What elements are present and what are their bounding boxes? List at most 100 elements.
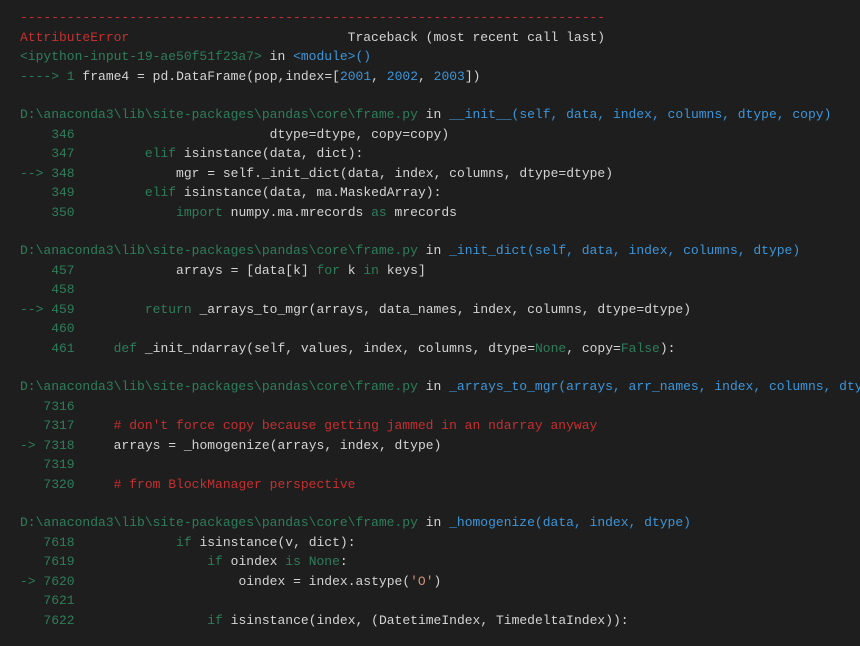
l7320: 7320 # from BlockManager perspective	[20, 475, 840, 495]
l7621: 7621	[20, 591, 840, 611]
t: ,	[348, 341, 364, 356]
t: k	[293, 263, 301, 278]
t: 2003	[434, 69, 465, 84]
lineno: 7619	[20, 554, 82, 569]
t: ,	[504, 166, 520, 181]
t: columns	[449, 166, 504, 181]
t: elif	[82, 146, 176, 161]
t: columns	[418, 341, 473, 356]
t: None	[309, 554, 340, 569]
t: isinstance	[176, 146, 262, 161]
t: dtype	[566, 166, 605, 181]
t: _init_ndarray	[145, 341, 246, 356]
t: 2001	[340, 69, 371, 84]
t: )	[441, 127, 449, 142]
t: ,	[457, 302, 473, 317]
t: (	[262, 185, 270, 200]
t: is	[285, 554, 308, 569]
t: arrays	[82, 438, 168, 453]
l458: 458	[20, 280, 840, 300]
lineno: --> 459	[20, 302, 82, 317]
t: self	[254, 341, 285, 356]
t: )	[605, 166, 613, 181]
frame1-header: D:\anaconda3\lib\site-packages\pandas\co…	[20, 105, 840, 125]
t: (	[371, 613, 379, 628]
comment: # don't force copy because getting jamme…	[82, 418, 597, 433]
t: arrays	[278, 438, 325, 453]
t: frame4	[82, 69, 137, 84]
t: (	[340, 166, 348, 181]
t: if	[82, 613, 222, 628]
t: import	[82, 205, 222, 220]
t: DatetimeIndex	[379, 613, 480, 628]
lineno: 349	[20, 185, 82, 200]
lineno: 7319	[20, 457, 82, 472]
t: in	[418, 107, 449, 122]
t: numpy	[223, 205, 270, 220]
t: k	[348, 263, 364, 278]
t: (	[246, 69, 254, 84]
t: index	[340, 438, 379, 453]
t: in	[418, 243, 449, 258]
t: keys	[387, 263, 418, 278]
t: =	[293, 574, 301, 589]
t: isinstance	[192, 535, 278, 550]
lineno: 7618	[20, 535, 82, 550]
t: )	[434, 574, 442, 589]
comment: # from BlockManager perspective	[82, 477, 355, 492]
blank-line	[20, 222, 840, 241]
t: as	[371, 205, 387, 220]
t: DataFrame	[176, 69, 246, 84]
module-tag: <module>	[293, 49, 355, 64]
lineno: -> 7318	[20, 438, 82, 453]
t: index	[473, 302, 512, 317]
t: False	[621, 341, 660, 356]
l346: 346 dtype=dtype, copy=copy)	[20, 125, 840, 145]
t: ):	[426, 185, 442, 200]
sig: (data, index, dtype)	[535, 515, 691, 530]
t: (	[262, 146, 270, 161]
t: [	[238, 263, 254, 278]
t: mrecords	[301, 205, 371, 220]
t: ,	[480, 613, 496, 628]
t: dtype	[316, 127, 355, 142]
lineno: 7320	[20, 477, 82, 492]
t: data	[348, 166, 379, 181]
t: (	[309, 613, 317, 628]
fn: _homogenize	[449, 515, 535, 530]
t: ,	[371, 69, 379, 84]
l350: 350 import numpy.ma.mrecords as mrecords	[20, 203, 840, 223]
t: [	[332, 69, 340, 84]
t: dtype	[488, 341, 527, 356]
fn: _init_dict	[449, 243, 527, 258]
t: .	[348, 574, 356, 589]
traceback-container: ----------------------------------------…	[0, 0, 860, 638]
l347: 347 elif isinstance(data, dict):	[20, 144, 840, 164]
input-ref-line: <ipython-input-19-ae50f51f23a7> in <modu…	[20, 47, 840, 67]
l7622: 7622 if isinstance(index, (DatetimeIndex…	[20, 611, 840, 631]
t: values	[301, 341, 348, 356]
t: dict	[317, 146, 348, 161]
t: 'O'	[410, 574, 433, 589]
t: ,	[301, 185, 317, 200]
lineno: 461	[20, 341, 82, 356]
t: ,	[379, 438, 395, 453]
l460: 460	[20, 319, 840, 339]
t: def	[82, 341, 144, 356]
sig: (self, data, index, columns, dtype)	[527, 243, 800, 258]
code-line-1: ----> 1 frame4 = pd.DataFrame(pop,index=…	[20, 67, 840, 87]
t: =	[137, 69, 145, 84]
t: TimedeltaIndex	[496, 613, 605, 628]
dashes: ----------------------------------------…	[20, 10, 605, 25]
t: ma	[317, 185, 333, 200]
t: ):	[660, 341, 676, 356]
t: copy	[410, 127, 441, 142]
sig: (self, data, index, columns, dtype, copy…	[512, 107, 832, 122]
lineno: 7316	[20, 399, 82, 414]
t: arrays	[82, 263, 230, 278]
t: v	[285, 535, 293, 550]
t: .	[254, 166, 262, 181]
lineno: 347	[20, 146, 82, 161]
t: dtype	[597, 302, 636, 317]
t: =	[613, 341, 621, 356]
